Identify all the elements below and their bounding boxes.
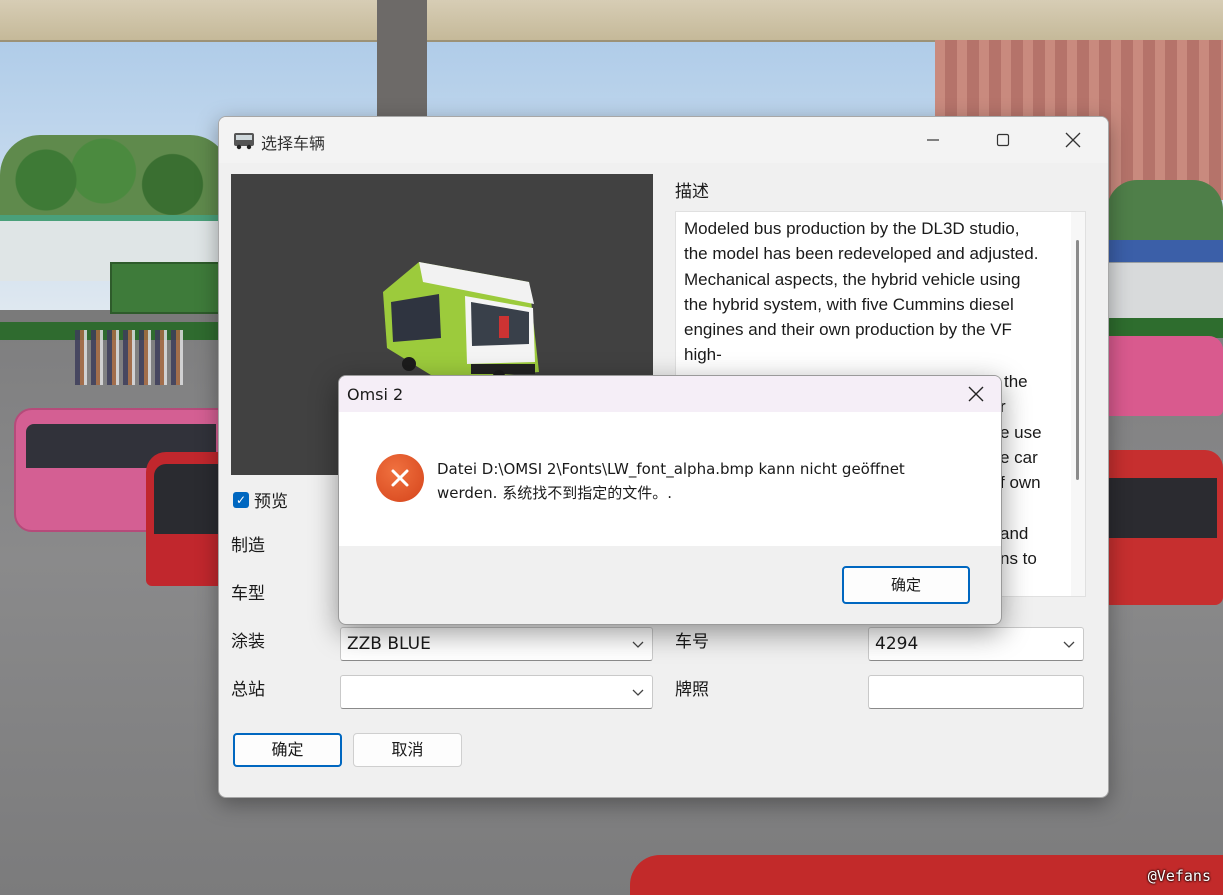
bus-3d-model [383, 262, 539, 382]
vehicle-number-select[interactable]: 4294 [868, 627, 1084, 661]
preview-checkbox-label: 预览 [254, 492, 288, 512]
dialog-close-button[interactable] [959, 381, 993, 407]
error-icon [376, 454, 424, 502]
dialog-title-bar[interactable]: Omsi 2 [339, 376, 1001, 412]
error-dialog: Omsi 2 Datei D:\OMSI 2\Fonts\LW_font_alp… [338, 375, 1002, 625]
red-bus-right [1107, 450, 1223, 605]
model-label: 车型 [231, 584, 265, 604]
scroll-thumb[interactable] [1076, 240, 1079, 480]
desc-fragment: e use [1000, 422, 1042, 442]
overpass-pillar [377, 0, 427, 120]
hedge-right [1107, 318, 1223, 338]
manufacturer-label: 制造 [231, 536, 265, 556]
cancel-button[interactable]: 取消 [353, 733, 462, 767]
blue-fence [1107, 240, 1223, 262]
red-bus-bottom [630, 855, 1223, 895]
description-label: 描述 [675, 182, 709, 202]
close-button[interactable] [1043, 117, 1103, 163]
minimize-icon [927, 139, 939, 141]
green-truck [110, 262, 222, 314]
desc-fragment: r [1000, 397, 1006, 417]
description-visible-fragments: the r e use e car f own and ns to [1000, 369, 1066, 591]
livery-select[interactable]: ZZB BLUE [340, 627, 653, 661]
ok-button[interactable]: 确定 [233, 733, 342, 767]
vehicle-number-label: 车号 [675, 632, 709, 652]
chevron-down-icon [632, 641, 644, 648]
desc-fragment: f own [1000, 473, 1041, 493]
error-message: Datei D:\OMSI 2\Fonts\LW_font_alpha.bmp … [437, 457, 977, 505]
close-icon [1065, 132, 1081, 148]
chevron-down-icon [632, 689, 644, 696]
overpass-ceiling [0, 0, 1223, 42]
livery-label: 涂装 [231, 632, 265, 652]
title-bar[interactable]: 选择车辆 [219, 117, 1108, 163]
bus-app-icon [234, 133, 254, 150]
chevron-down-icon [1063, 641, 1075, 648]
preview-checkbox-row[interactable]: ✓ 预览 [233, 487, 288, 512]
error-message-line1: Datei D:\OMSI 2\Fonts\LW_font_alpha.bmp … [437, 460, 905, 478]
vehicle-number-value: 4294 [875, 634, 919, 654]
license-plate-input[interactable] [868, 675, 1084, 709]
dialog-body: Datei D:\OMSI 2\Fonts\LW_font_alpha.bmp … [339, 412, 1001, 546]
error-message-line2: werden. 系统找不到指定的文件。. [437, 484, 672, 502]
description-scrollbar[interactable] [1071, 212, 1085, 596]
dialog-title: Omsi 2 [347, 385, 404, 404]
desc-fragment: ns to [1000, 549, 1037, 569]
preview-checkbox[interactable]: ✓ [233, 491, 249, 508]
pink-bus-right [1107, 336, 1223, 416]
maximize-button[interactable] [973, 117, 1033, 163]
maximize-icon [996, 133, 1010, 147]
license-plate-label: 牌照 [675, 680, 709, 700]
watermark: @Vefans [1147, 867, 1211, 885]
dialog-ok-button[interactable]: 确定 [842, 566, 970, 604]
close-icon [968, 386, 984, 402]
description-text: Modeled bus production by the DL3D studi… [684, 219, 1039, 365]
desc-fragment: and [1000, 523, 1029, 543]
red-bus-left [146, 452, 220, 586]
minimize-button[interactable] [903, 117, 963, 163]
desc-fragment: e car [1000, 447, 1038, 467]
white-truck [1107, 262, 1223, 322]
desc-fragment: the [1004, 372, 1028, 391]
depot-select[interactable] [340, 675, 653, 709]
livery-value: ZZB BLUE [347, 634, 431, 654]
trees-left [0, 135, 230, 225]
window-title: 选择车辆 [261, 134, 326, 153]
depot-label: 总站 [231, 680, 265, 700]
pedestrian-crowd [75, 330, 185, 385]
